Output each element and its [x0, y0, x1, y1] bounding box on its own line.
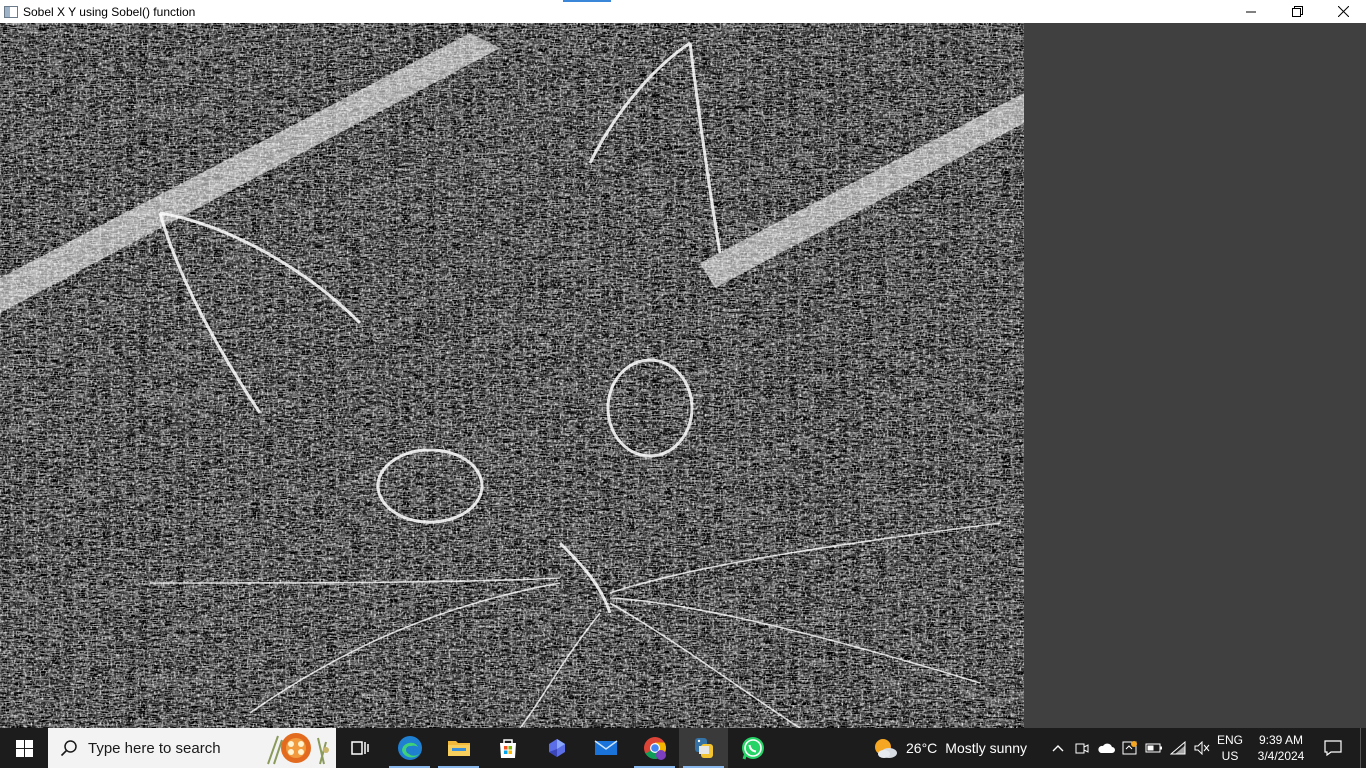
wifi-icon — [1170, 741, 1186, 755]
whatsapp-icon — [741, 737, 764, 760]
minimize-button[interactable] — [1228, 0, 1274, 23]
close-button[interactable] — [1320, 0, 1366, 23]
chrome-icon — [643, 737, 666, 760]
edge-icon — [397, 736, 422, 760]
volume-button[interactable] — [1190, 728, 1214, 768]
onedrive-button[interactable] — [1094, 728, 1118, 768]
file-explorer-button[interactable] — [434, 728, 483, 768]
copilot-icon — [548, 739, 565, 757]
weather-temperature: 26°C — [906, 740, 938, 756]
search-box[interactable]: Type here to search — [48, 728, 336, 768]
taskbar: Type here to search 26°C Mostly sunny EN… — [0, 728, 1366, 768]
system-tray — [1046, 728, 1214, 768]
copilot-button[interactable] — [532, 728, 581, 768]
title-bar[interactable]: Sobel X Y using Sobel() function — [0, 0, 1366, 23]
mail-button[interactable] — [581, 728, 630, 768]
language-code: ENG — [1216, 733, 1243, 747]
camera-icon — [1075, 743, 1089, 754]
show-hidden-icons-button[interactable] — [1046, 728, 1070, 768]
file-explorer-icon — [447, 741, 470, 756]
search-icon — [60, 740, 77, 757]
microsoft-store-icon — [499, 739, 516, 758]
partly-sunny-icon — [875, 739, 897, 758]
clock-date: 3/4/2024 — [1257, 749, 1305, 763]
task-view-icon — [350, 741, 369, 755]
window-controls — [1228, 0, 1366, 23]
edge-detected-cat-image — [0, 23, 1024, 728]
title-accent-line — [563, 0, 611, 2]
mail-icon — [594, 740, 617, 755]
microsoft-store-button[interactable] — [483, 728, 532, 768]
taskbar-pinned-apps — [336, 728, 777, 768]
weather-condition: Mostly sunny — [945, 740, 1027, 756]
python-icon — [694, 738, 713, 758]
opencv-window: Sobel X Y using Sobel() function — [0, 0, 1366, 728]
network-button[interactable] — [1166, 728, 1190, 768]
windows-logo-icon — [15, 739, 33, 757]
language-region: US — [1221, 749, 1239, 763]
battery-button[interactable] — [1142, 728, 1166, 768]
battery-icon — [1145, 743, 1162, 753]
chrome-button[interactable] — [630, 728, 679, 768]
input-language-button[interactable]: ENG US — [1212, 732, 1248, 764]
restore-button[interactable] — [1274, 0, 1320, 23]
meet-now-button[interactable] — [1070, 728, 1094, 768]
close-icon — [1337, 6, 1349, 17]
show-desktop-button[interactable] — [1360, 728, 1366, 768]
whatsapp-button[interactable] — [728, 728, 777, 768]
sobel-output-image — [0, 23, 1024, 728]
python-button[interactable] — [679, 728, 728, 768]
search-highlight-icon — [267, 733, 329, 765]
restore-icon — [1291, 6, 1303, 17]
search-placeholder: Type here to search — [88, 739, 221, 757]
notification-icon — [1324, 740, 1342, 756]
action-center-button[interactable] — [1318, 728, 1348, 768]
start-button[interactable] — [0, 728, 48, 768]
minimize-icon — [1246, 11, 1256, 12]
security-warning-icon — [1122, 741, 1137, 755]
window-title: Sobel X Y using Sobel() function — [23, 4, 196, 19]
security-button[interactable] — [1118, 728, 1142, 768]
cloud-icon — [1098, 743, 1115, 753]
weather-widget[interactable]: 26°C Mostly sunny — [872, 728, 1027, 768]
clock-time: 9:39 AM — [1258, 733, 1304, 747]
edge-button[interactable] — [385, 728, 434, 768]
volume-muted-icon — [1194, 741, 1210, 755]
window-app-icon — [4, 5, 18, 18]
clock-button[interactable]: 9:39 AM 3/4/2024 — [1252, 732, 1310, 764]
task-view-button[interactable] — [336, 728, 385, 768]
chevron-up-icon — [1052, 745, 1064, 752]
